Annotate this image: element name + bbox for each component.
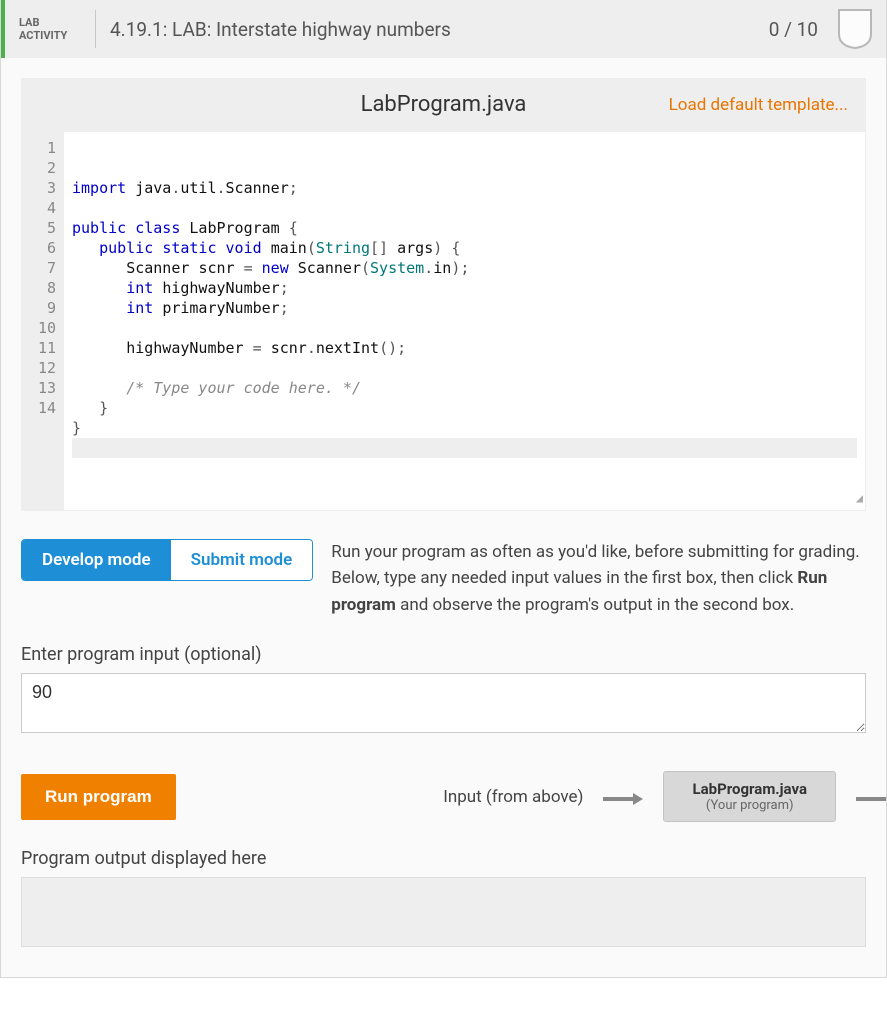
program-input[interactable]	[21, 673, 866, 733]
develop-mode-button[interactable]: Develop mode	[22, 540, 171, 580]
lab-header: LAB ACTIVITY 4.19.1: LAB: Interstate hig…	[1, 0, 886, 58]
code-area[interactable]: import java.util.Scanner; public class L…	[64, 132, 865, 510]
line-number: 12	[26, 358, 56, 378]
code-line[interactable]: int highwayNumber;	[72, 278, 857, 298]
flow-input-label: Input (from above)	[443, 787, 583, 807]
line-number: 4	[26, 198, 56, 218]
lab-title: 4.19.1: LAB: Interstate highway numbers	[110, 18, 451, 41]
line-number: 13	[26, 378, 56, 398]
run-row: Run program Input (from above) LabProgra…	[21, 771, 866, 822]
output-section-label: Program output displayed here	[21, 848, 866, 869]
header-divider	[95, 10, 96, 48]
lab-content: LabProgram.java Load default template...…	[1, 58, 886, 977]
code-line[interactable]: /* Type your code here. */	[72, 378, 857, 398]
code-line[interactable]: }	[72, 398, 857, 418]
score-display: 0 / 10	[769, 18, 818, 41]
badge-line2: ACTIVITY	[19, 29, 67, 42]
line-number: 14	[26, 398, 56, 418]
code-line[interactable]: Scanner scnr = new Scanner(System.in);	[72, 258, 857, 278]
line-number: 1	[26, 138, 56, 158]
mode-row: Develop mode Submit mode Run your progra…	[21, 539, 866, 618]
input-section-label: Enter program input (optional)	[21, 644, 866, 665]
code-line[interactable]: public class LabProgram {	[72, 218, 857, 238]
line-number: 2	[26, 158, 56, 178]
program-box-sub: (Your program)	[692, 798, 807, 813]
line-number: 3	[26, 178, 56, 198]
code-line[interactable]	[72, 438, 857, 458]
header-left: LAB ACTIVITY 4.19.1: LAB: Interstate hig…	[5, 0, 451, 58]
code-line[interactable]: highwayNumber = scnr.nextInt();	[72, 338, 857, 358]
resize-handle-icon[interactable]: ◢	[856, 488, 863, 508]
code-line[interactable]: public static void main(String[] args) {	[72, 238, 857, 258]
run-program-button[interactable]: Run program	[21, 774, 176, 820]
line-number: 7	[26, 258, 56, 278]
mode-description: Run your program as often as you'd like,…	[331, 539, 866, 618]
editor-header: LabProgram.java Load default template...	[21, 78, 866, 131]
code-line[interactable]	[72, 358, 857, 378]
line-number: 8	[26, 278, 56, 298]
line-gutter: 1234567891011121314	[22, 132, 64, 510]
line-number: 11	[26, 338, 56, 358]
code-line[interactable]: }	[72, 418, 857, 438]
submit-mode-button[interactable]: Submit mode	[171, 540, 313, 580]
code-line[interactable]	[72, 318, 857, 338]
mode-desc-post: and observe the program's output in the …	[396, 595, 794, 615]
program-box: LabProgram.java (Your program)	[663, 771, 836, 822]
pocket-icon	[836, 8, 874, 50]
mode-desc-pre: Run your program as often as you'd like,…	[331, 542, 860, 588]
arrow-right-icon	[856, 783, 886, 811]
lab-panel: LAB ACTIVITY 4.19.1: LAB: Interstate hig…	[0, 0, 887, 978]
line-number: 9	[26, 298, 56, 318]
code-editor[interactable]: 1234567891011121314 import java.util.Sca…	[21, 131, 866, 511]
code-line[interactable]: import java.util.Scanner;	[72, 178, 857, 198]
line-number: 6	[26, 238, 56, 258]
lab-activity-badge: LAB ACTIVITY	[5, 16, 95, 42]
program-box-title: LabProgram.java	[692, 780, 807, 798]
mode-toggle: Develop mode Submit mode	[21, 539, 313, 581]
code-line[interactable]	[72, 198, 857, 218]
line-number: 10	[26, 318, 56, 338]
code-line[interactable]: int primaryNumber;	[72, 298, 857, 318]
program-output	[21, 877, 866, 947]
badge-line1: LAB	[19, 16, 39, 29]
arrow-right-icon	[603, 783, 643, 811]
line-number: 5	[26, 218, 56, 238]
load-template-link[interactable]: Load default template...	[669, 95, 848, 115]
